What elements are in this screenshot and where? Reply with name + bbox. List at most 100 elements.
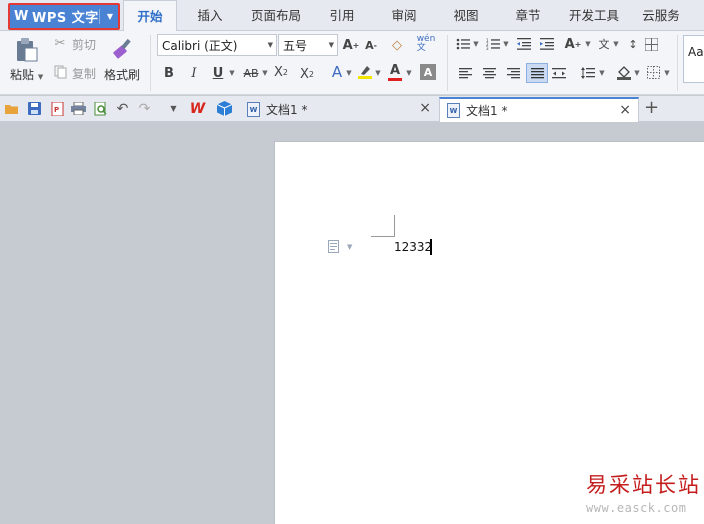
chevron-down-icon[interactable]: ▼ (472, 39, 480, 49)
tab-view[interactable]: 视图 (444, 0, 488, 31)
font-size-value: 五号 (283, 38, 308, 53)
character-shading-icon[interactable]: A (420, 64, 436, 80)
font-name-select[interactable]: Calibri (正文) ▼ (157, 34, 277, 56)
margin-corner-mark (371, 215, 395, 237)
watermark-site-url: www.easck.com (586, 501, 687, 515)
bullet-list-icon[interactable] (455, 36, 471, 52)
change-case-icon[interactable]: A + (563, 35, 583, 53)
tab-references[interactable]: 引用 (320, 0, 364, 31)
paragraph-layout-icon[interactable] (328, 240, 340, 256)
styles-preview-text: Aa (688, 45, 704, 59)
wps-app-menu-button[interactable]: W WPS 文字 ▼ (8, 3, 120, 30)
underline-icon[interactable]: U (210, 65, 226, 81)
chevron-down-icon[interactable]: ▼ (374, 68, 382, 78)
copy-button[interactable]: 复制 (72, 65, 96, 82)
decrease-indent-icon[interactable] (516, 36, 532, 52)
font-color-icon[interactable]: A (386, 62, 404, 82)
svg-text:3: 3 (486, 46, 489, 50)
justify-icon[interactable] (526, 63, 548, 83)
chevron-down-icon[interactable]: ▼ (663, 68, 671, 78)
chevron-down-icon[interactable]: ▼ (502, 39, 510, 49)
format-painter-icon[interactable] (110, 35, 136, 61)
document-icon: W (447, 103, 460, 118)
clear-format-icon[interactable]: ◇ (388, 36, 406, 54)
cut-button[interactable]: 剪切 (72, 36, 96, 53)
tab-cloud-services[interactable]: 云服务 (636, 0, 686, 31)
close-icon[interactable]: × (419, 100, 431, 116)
print-preview-icon[interactable] (92, 100, 109, 117)
paste-button[interactable]: 粘贴 ▼ (10, 66, 43, 83)
text-effect-icon[interactable]: A (328, 63, 346, 81)
strikethrough-icon[interactable]: AB (241, 65, 261, 81)
tab-developer-tools[interactable]: 开发工具 (564, 0, 624, 31)
paste-label: 粘贴 (10, 68, 35, 82)
distribute-icon[interactable] (551, 65, 567, 81)
tab-chapter[interactable]: 章节 (506, 0, 550, 31)
watermark-site-name: 易采站长站 (586, 473, 701, 497)
document-tab-active[interactable]: W 文档1 * × (439, 97, 639, 122)
superscript-icon[interactable]: X2 (272, 63, 290, 81)
chevron-down-icon[interactable]: ▼ (612, 39, 620, 49)
chevron-down-icon[interactable]: ▼ (584, 39, 592, 49)
customize-toolbar-chevron-icon[interactable]: ▼ (165, 100, 182, 117)
scissors-icon: ✂ (54, 35, 66, 51)
align-left-icon[interactable] (457, 65, 473, 81)
tab-start[interactable]: 开始 (123, 0, 177, 32)
styles-gallery[interactable]: Aa (683, 35, 704, 83)
borders-icon[interactable] (645, 64, 661, 80)
bold-icon[interactable]: B (161, 65, 177, 81)
line-spacing-icon[interactable] (580, 65, 596, 81)
chevron-down-icon[interactable]: ▼ (598, 68, 606, 78)
align-right-icon[interactable] (505, 65, 521, 81)
italic-icon[interactable]: I (186, 65, 202, 81)
close-icon[interactable]: × (619, 102, 631, 118)
document-icon: W (247, 102, 260, 117)
undo-icon[interactable]: ↶ (114, 100, 131, 117)
open-folder-icon[interactable] (4, 100, 21, 117)
numbered-list-icon[interactable]: 123 (485, 36, 501, 52)
sort-icon[interactable]: ↕ (625, 36, 641, 52)
tab-insert[interactable]: 插入 (188, 0, 232, 31)
chevron-down-icon[interactable]: ▼ (347, 243, 352, 251)
font-size-select[interactable]: 五号 ▼ (278, 34, 338, 56)
highlight-icon[interactable] (356, 63, 374, 81)
paragraph-shading-icon[interactable] (615, 63, 633, 81)
save-icon[interactable] (26, 100, 43, 117)
document-tab[interactable]: W 文档1 * × (240, 97, 438, 122)
shrink-font-icon[interactable]: A- (362, 36, 380, 54)
new-tab-plus-icon[interactable]: + (643, 97, 660, 118)
document-page[interactable]: ▼ 12332 (274, 141, 704, 524)
chevron-down-icon[interactable]: ▼ (405, 68, 413, 78)
show-marks-icon[interactable] (643, 36, 659, 52)
chevron-down-icon[interactable]: ▼ (261, 68, 269, 78)
svg-text:P: P (54, 106, 59, 114)
paste-icon[interactable] (14, 36, 40, 64)
export-pdf-icon[interactable]: P (49, 100, 66, 117)
phonetic-guide-icon[interactable]: wén 文 (414, 33, 438, 55)
grow-font-icon[interactable]: A + (342, 36, 360, 54)
cube-icon[interactable] (216, 100, 233, 117)
chevron-down-icon[interactable]: ▼ (107, 12, 113, 21)
document-tab-bar: P ↶ ↷ ▼ W W 文档1 * × W 文档1 * × + (0, 96, 704, 122)
align-center-icon[interactable] (481, 65, 497, 81)
chinese-layout-icon[interactable]: 文 (596, 36, 612, 52)
chevron-down-icon[interactable]: ▼ (633, 68, 641, 78)
document-tab-title: 文档1 * (466, 104, 508, 118)
chevron-down-icon[interactable]: ▼ (228, 68, 236, 78)
subscript-icon[interactable]: X2 (298, 65, 316, 83)
chevron-down-icon: ▼ (328, 41, 334, 49)
chevron-down-icon[interactable]: ▼ (345, 68, 353, 78)
wps-home-icon[interactable]: W (189, 100, 206, 117)
print-icon[interactable] (70, 100, 87, 117)
divider (150, 35, 151, 91)
tab-page-layout[interactable]: 页面布局 (246, 0, 306, 31)
increase-indent-icon[interactable] (539, 36, 555, 52)
document-workspace: ▼ 12332 (0, 122, 704, 524)
wps-app-label: WPS 文字 (32, 11, 99, 26)
document-body-text[interactable]: 12332 (394, 240, 432, 254)
redo-icon[interactable]: ↷ (136, 100, 153, 117)
tab-review[interactable]: 审阅 (382, 0, 426, 31)
site-watermark: 易采站长站 www.easck.com (586, 469, 704, 524)
format-painter-button[interactable]: 格式刷 (104, 66, 140, 83)
document-tab-title: 文档1 * (266, 103, 308, 117)
